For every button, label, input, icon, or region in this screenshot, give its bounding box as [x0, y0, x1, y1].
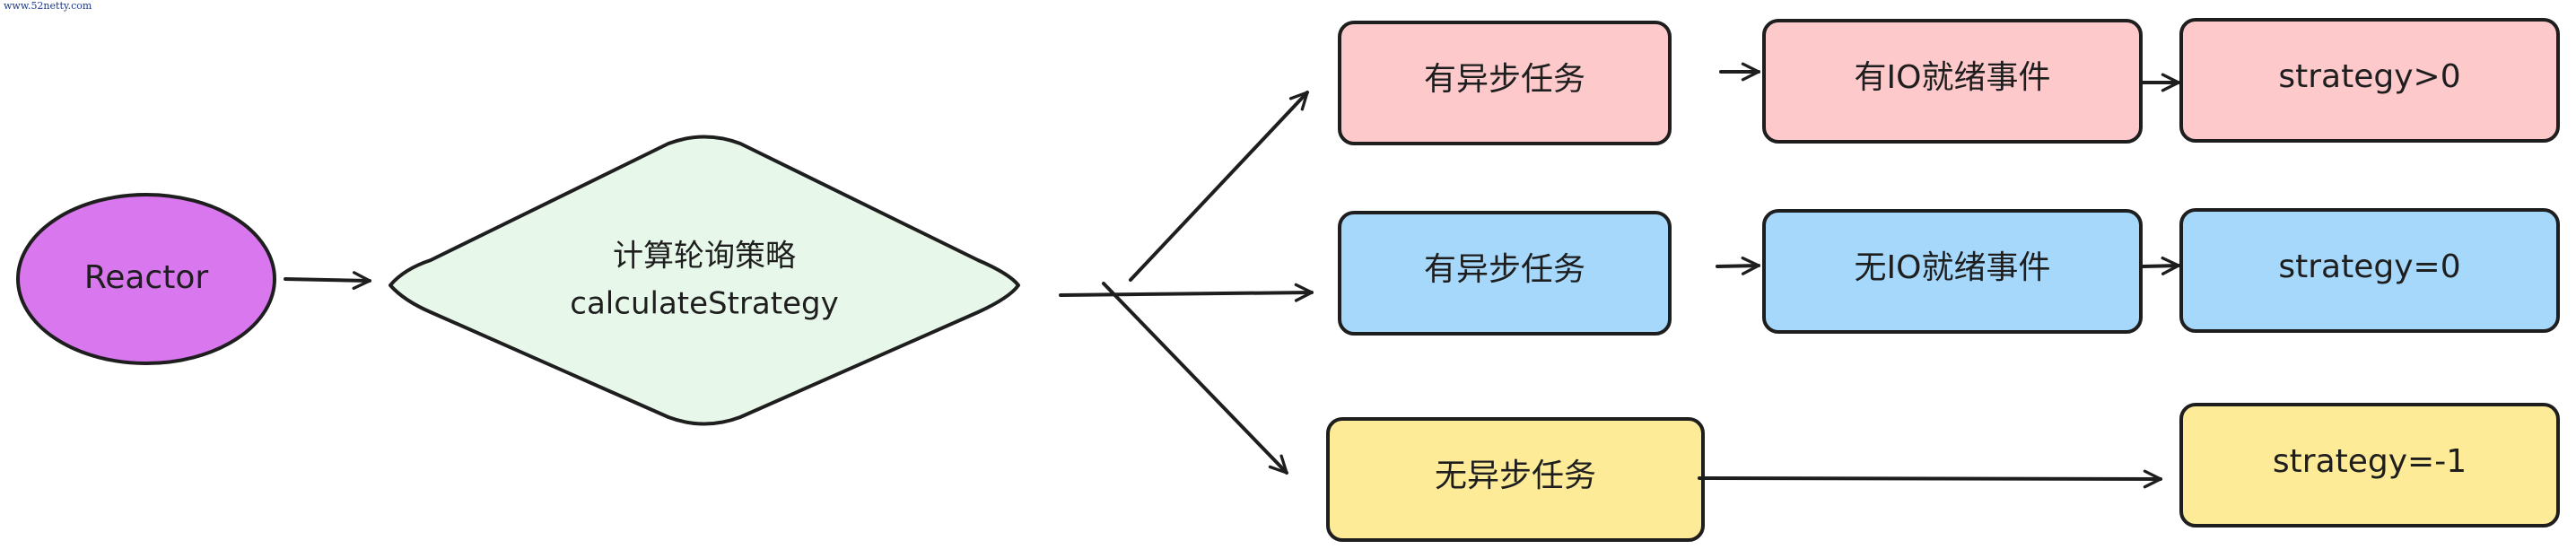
row3-condition-label: 无异步任务 — [1435, 458, 1596, 494]
row1-condition-label: 有异步任务 — [1424, 61, 1585, 98]
edge-reactor-to-strategy — [284, 271, 371, 291]
edge-strategy-to-row2 — [1059, 283, 1314, 302]
flow-diagram: Reactor 计算轮询策略 calculateStrategy 有异步任务 有… — [16, 18, 2560, 542]
edge-strategy-to-row1 — [1129, 91, 1309, 282]
row1-io-label: 有IO就绪事件 — [1855, 59, 2051, 96]
row2-io-label: 无IO就绪事件 — [1855, 249, 2051, 286]
row1-result-label: strategy>0 — [2278, 58, 2460, 95]
strategy-diamond — [389, 135, 1020, 426]
reactor-label: Reactor — [84, 259, 209, 296]
strategy-label-cn: 计算轮询策略 — [613, 239, 796, 275]
row2-condition-label: 有异步任务 — [1424, 251, 1585, 288]
edge-strategy-to-row3 — [1102, 282, 1288, 475]
row3-result-label: strategy=-1 — [2273, 443, 2467, 480]
strategy-label-en: calculateStrategy — [570, 286, 838, 322]
row2-result-label: strategy=0 — [2278, 248, 2460, 285]
edge-row3-condition-to-result — [1698, 469, 2162, 489]
